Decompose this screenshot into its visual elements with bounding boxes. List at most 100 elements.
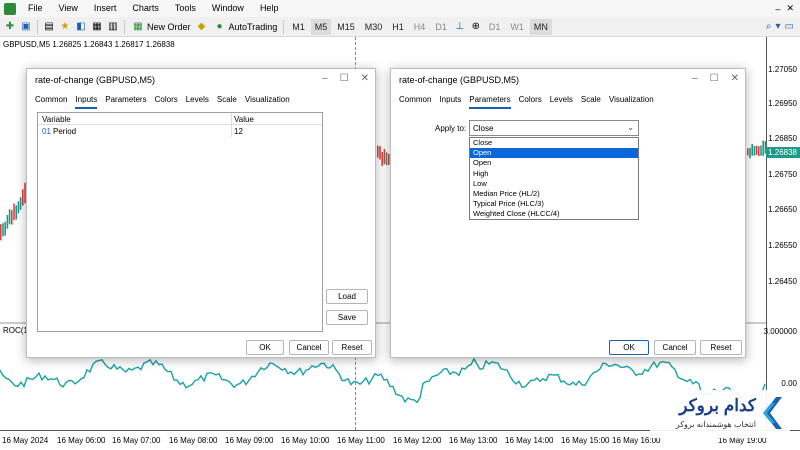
candle [381,152,383,166]
option-open[interactable]: Open [470,158,638,168]
tab-inputs[interactable]: Inputs [439,95,461,109]
apply-to-select[interactable]: Close ⌄ [469,120,639,136]
option-high[interactable]: High [470,169,638,179]
chat-icon[interactable]: ▭ [785,21,794,32]
cancel-button[interactable]: Cancel [289,340,329,355]
timeframe-h4[interactable]: H4 [410,19,430,35]
timeframe-h1[interactable]: H1 [388,19,408,35]
candle [17,201,20,214]
option-typical-price[interactable]: Typical Price (HLC/3) [470,199,638,209]
minimize-icon[interactable]: – [692,73,698,84]
reset-button[interactable]: Reset [700,340,742,355]
tab-scale[interactable]: Scale [581,95,601,109]
window-controls: – ✕ [775,3,800,14]
data-window-icon[interactable]: ★ [58,20,72,34]
new-order-button[interactable]: ▦ New Order [129,19,193,35]
time-label: 16 May 06:00 [57,436,106,445]
row-variable: Period [53,127,77,136]
apply-to-label: Apply to: [435,124,467,133]
timeframe-d1[interactable]: D1 [431,19,451,35]
price-label: 1.26450 [768,277,797,286]
table-header: Variable Value [38,113,322,125]
menu-file[interactable]: File [20,0,51,17]
load-button[interactable]: Load [326,289,368,304]
close-icon[interactable]: ✕ [731,73,739,84]
column-header-value: Value [234,115,254,124]
candle [8,209,11,225]
timeframe-m15[interactable]: M15 [333,19,359,35]
tab-common[interactable]: Common [35,95,67,109]
indicator-scale-label: 0.00 [781,379,797,388]
tab-scale[interactable]: Scale [217,95,237,109]
close-icon[interactable]: ✕ [786,3,794,14]
tab-visualization[interactable]: Visualization [609,95,654,109]
indicator-dialog-parameters: rate-of-change (GBPUSD,M5) – ☐ ✕ Common … [390,68,746,358]
menu-insert[interactable]: Insert [86,0,125,17]
time-label: 16 May 15:00 [561,436,610,445]
tab-inputs[interactable]: Inputs [75,95,98,109]
dialog-tabs: Common Inputs Parameters Colors Levels S… [399,95,654,109]
minimize-icon[interactable]: – [775,4,780,14]
minimize-icon[interactable]: – [322,73,328,84]
menu-tools[interactable]: Tools [167,0,204,17]
maximize-icon[interactable]: ☐ [710,73,719,84]
option-low[interactable]: Low [470,179,638,189]
terminal-icon[interactable]: ▦ [90,20,104,34]
timeframe-m30[interactable]: M30 [361,19,387,35]
profiles-icon[interactable]: ▣ [19,20,33,34]
ok-button[interactable]: OK [609,340,649,355]
timeframe-w1[interactable]: W1 [506,19,528,35]
timeframe-m5[interactable]: M5 [310,18,332,35]
option-median-price[interactable]: Median Price (HL/2) [470,189,638,199]
ok-button[interactable]: OK [246,340,284,355]
close-icon[interactable]: ✕ [361,73,369,84]
cancel-button[interactable]: Cancel [654,340,696,355]
zoom-in-icon[interactable]: ⊕ [469,20,483,34]
maximize-icon[interactable]: ☐ [340,73,349,84]
tab-colors[interactable]: Colors [519,95,542,109]
tab-common[interactable]: Common [399,95,431,109]
search-icon[interactable]: ⌕ [766,21,772,32]
tab-parameters[interactable]: Parameters [469,95,511,109]
dialog-title: rate-of-change (GBPUSD,M5) [35,75,156,85]
new-chart-icon[interactable]: ✚ [3,20,17,34]
dropdown-icon[interactable]: ▾ [776,21,781,32]
brand-logo-icon [763,397,782,429]
indicator-dialog-inputs: rate-of-change (GBPUSD,M5) – ☐ ✕ Common … [26,68,376,358]
row-index: 01 [42,127,51,136]
strategy-tester-icon[interactable]: ▥ [106,20,120,34]
chart-type-icon[interactable]: ⊥ [453,20,467,34]
tab-parameters[interactable]: Parameters [105,95,146,109]
tab-visualization[interactable]: Visualization [245,95,290,109]
table-row[interactable]: 01 Period 12 [38,125,322,137]
option-open-highlighted[interactable]: Open [470,148,638,159]
tab-levels[interactable]: Levels [186,95,209,109]
reset-button[interactable]: Reset [332,340,372,355]
tab-levels[interactable]: Levels [550,95,573,109]
price-axis[interactable]: 1.27050 1.26950 1.26850 1.26838 1.26750 … [764,37,800,430]
option-weighted-close[interactable]: Weighted Close (HLCC/4) [470,209,638,219]
current-price-tag: 1.26838 [766,147,800,158]
row-value[interactable]: 12 [234,127,243,136]
candle [758,146,760,157]
time-label: 16 May 08:00 [169,436,218,445]
autotrading-button[interactable]: ● AutoTrading [211,19,280,35]
timeframe-d1-alt[interactable]: D1 [485,19,505,35]
symbol-info: GBPUSD,M5 1.26825 1.26843 1.26817 1.2683… [3,40,175,49]
market-watch-icon[interactable]: ▤ [42,20,56,34]
metaeditor-icon[interactable]: ◆ [195,20,209,34]
price-label: 1.26650 [768,205,797,214]
tab-colors[interactable]: Colors [155,95,178,109]
menu-view[interactable]: View [51,0,86,17]
timeframe-m1[interactable]: M1 [288,19,309,35]
save-button[interactable]: Save [326,310,368,325]
time-label: 16 May 13:00 [449,436,498,445]
menu-window[interactable]: Window [204,0,252,17]
candle [753,146,756,156]
navigator-icon[interactable]: ◧ [74,20,88,34]
option-close[interactable]: Close [470,138,638,148]
candle [385,152,388,166]
timeframe-mn[interactable]: MN [529,18,552,35]
menu-help[interactable]: Help [252,0,287,17]
menu-charts[interactable]: Charts [124,0,167,17]
